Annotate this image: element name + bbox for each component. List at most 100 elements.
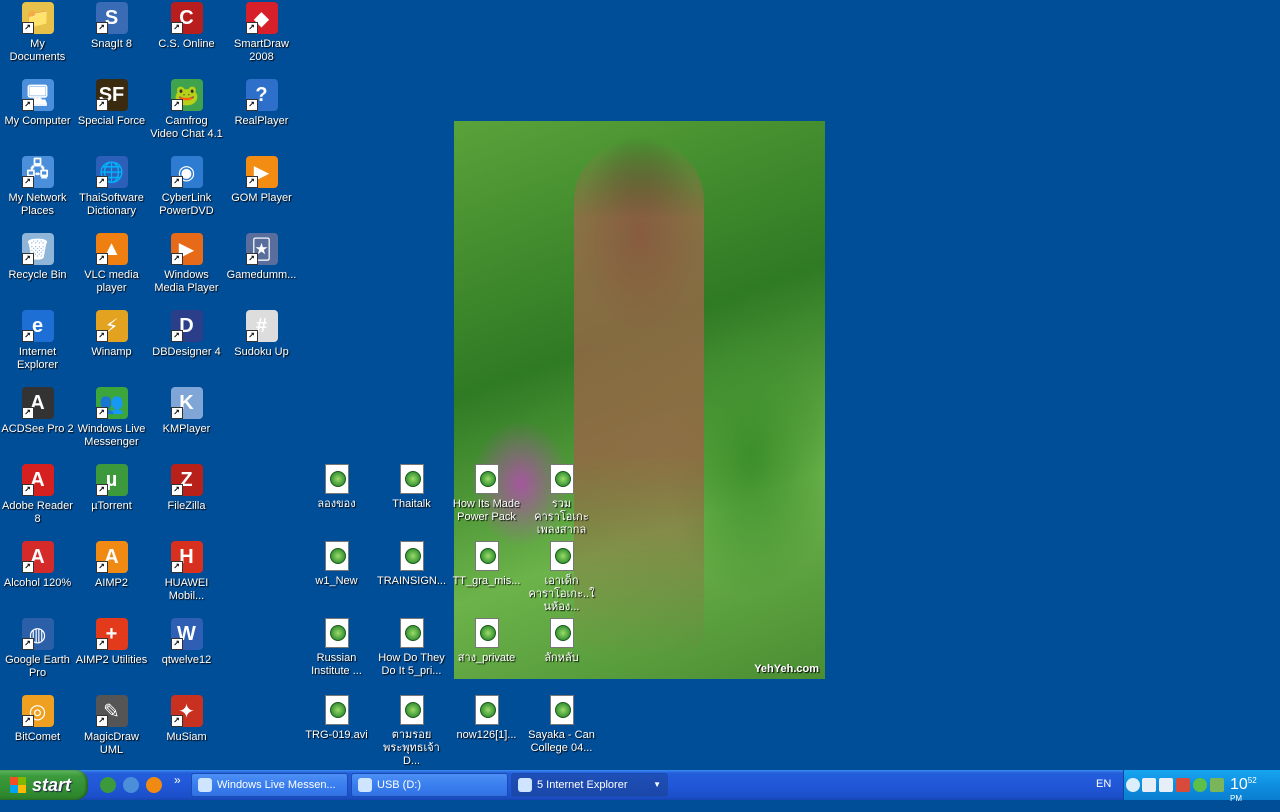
file-item[interactable]: TRG-019.avi	[299, 695, 374, 742]
google-earth-shortcut[interactable]: ◍ ↗ Google Earth Pro	[0, 618, 75, 680]
file-item[interactable]: ลักหลับ	[524, 618, 599, 665]
thai-dictionary-shortcut[interactable]: 🌐 ↗ ThaiSoftware Dictionary	[74, 156, 149, 218]
shortcut-arrow-icon: ↗	[245, 99, 258, 111]
messenger-tray-icon[interactable]	[1193, 778, 1207, 792]
icon-label: AIMP2	[94, 577, 128, 589]
icon-label: ThaiSoftware Dictionary	[79, 192, 144, 217]
file-item[interactable]: now126[1]...	[449, 695, 524, 742]
icon-label: SnagIt 8	[91, 38, 132, 50]
shortcut-arrow-icon: ↗	[21, 561, 34, 573]
icon-label: CyberLink PowerDVD	[159, 192, 214, 217]
powerdvd-shortcut[interactable]: ◉ ↗ CyberLink PowerDVD	[149, 156, 224, 218]
file-item[interactable]: รวมคาราโอเกะเพลงสากล	[524, 464, 599, 537]
drive-task-icon	[358, 778, 372, 792]
file-item[interactable]: Russian Institute ...	[299, 618, 374, 678]
file-item[interactable]: How Do They Do It 5_pri...	[374, 618, 449, 678]
snagit-shortcut[interactable]: S ↗ SnagIt 8	[74, 2, 149, 51]
cs-online-shortcut[interactable]: C ↗ C.S. Online	[149, 2, 224, 51]
file-item[interactable]: TRAINSIGN...	[374, 541, 449, 588]
acdsee-shortcut[interactable]: A ↗ ACDSee Pro 2	[0, 387, 75, 436]
realplayer-shortcut[interactable]: ? ↗ RealPlayer	[224, 79, 299, 128]
dbdesigner-shortcut[interactable]: D ↗ DBDesigner 4	[149, 310, 224, 359]
utorrent-shortcut[interactable]: µ ↗ µTorrent	[74, 464, 149, 513]
file-item[interactable]: TT_gra_mis...	[449, 541, 524, 588]
torrent-file-icon	[474, 695, 499, 725]
safely-remove-tray-icon[interactable]	[1210, 778, 1224, 792]
task-button[interactable]: Windows Live Messen...	[191, 773, 348, 797]
security-alert-tray-icon[interactable]	[1176, 778, 1190, 792]
file-item[interactable]: How Its Made Power Pack	[449, 464, 524, 524]
file-label: Russian Institute ...	[311, 652, 362, 677]
shortcut-arrow-icon: ↗	[170, 176, 183, 188]
file-item[interactable]: Sayaka - Can College 04...	[524, 695, 599, 755]
aimp2-utilities-icon: + ↗	[95, 618, 128, 650]
alcohol-shortcut[interactable]: A ↗ Alcohol 120%	[0, 541, 75, 590]
kmplayer-shortcut[interactable]: K ↗ KMPlayer	[149, 387, 224, 436]
aimp2-utilities-shortcut[interactable]: + ↗ AIMP2 Utilities	[74, 618, 149, 667]
musiam-shortcut[interactable]: ✦ ↗ MuSiam	[149, 695, 224, 744]
camfrog-shortcut[interactable]: 🐸 ↗ Camfrog Video Chat 4.1	[149, 79, 224, 141]
file-item[interactable]: w1_New	[299, 541, 374, 588]
file-label: ลักหลับ	[544, 652, 579, 664]
group-dropdown-icon[interactable]: ▼	[653, 780, 661, 789]
torrent-file-icon	[324, 695, 349, 725]
powerdvd-icon: ◉ ↗	[170, 156, 203, 188]
shortcut-arrow-icon: ↗	[245, 176, 258, 188]
shortcut-arrow-icon: ↗	[21, 407, 34, 419]
file-label: ตามรอยพระพุทธเจ้า D...	[383, 729, 440, 767]
internet-explorer-shortcut[interactable]: e ↗ Internet Explorer	[0, 310, 75, 372]
task-button[interactable]: USB (D:)	[351, 773, 508, 797]
bitcomet-shortcut[interactable]: ◎ ↗ BitComet	[0, 695, 75, 744]
my-computer-shortcut[interactable]: 🖥 ↗ My Computer	[0, 79, 75, 128]
recycle-bin-shortcut[interactable]: 🗑 ↗ Recycle Bin	[0, 233, 75, 282]
icon-label: My Computer	[4, 115, 71, 127]
adobe-reader-shortcut[interactable]: A ↗ Adobe Reader 8	[0, 464, 75, 526]
gamedumm-shortcut[interactable]: 🃏 ↗ Gamedumm...	[224, 233, 299, 282]
media-player-shortcut[interactable]: ▶ ↗ Windows Media Player	[149, 233, 224, 295]
torrent-file-icon	[399, 464, 424, 494]
filezilla-shortcut[interactable]: Z ↗ FileZilla	[149, 464, 224, 513]
icon-label: GOM Player	[231, 192, 292, 204]
network-places-shortcut[interactable]: 🖧 ↗ My Network Places	[0, 156, 75, 218]
special-force-shortcut[interactable]: SF ↗ Special Force	[74, 79, 149, 128]
taskbar-clock[interactable]: 1052 PM	[1230, 776, 1257, 812]
network-tray-icon[interactable]	[1142, 778, 1156, 792]
magicdraw-shortcut[interactable]: ✎ ↗ MagicDraw UML	[74, 695, 149, 757]
smartdraw-shortcut[interactable]: ◆ ↗ SmartDraw 2008	[224, 2, 299, 64]
file-item[interactable]: สาง_private	[449, 618, 524, 665]
utorrent-quicklaunch-icon[interactable]	[100, 777, 116, 793]
huawei-shortcut[interactable]: H ↗ HUAWEI Mobil...	[149, 541, 224, 603]
word-document-shortcut[interactable]: W ↗ qtwelve12	[149, 618, 224, 667]
shortcut-arrow-icon: ↗	[170, 638, 183, 650]
desktop[interactable]: YehYeh.com 📁 ↗ My Documents S ↗ SnagIt 8 C ↗ C.S…	[0, 0, 1280, 770]
quick-launch-overflow[interactable]: »	[174, 773, 181, 787]
gom-player-shortcut[interactable]: ▶ ↗ GOM Player	[224, 156, 299, 205]
file-item[interactable]: เอาเด็กคาราโอเกะ..ในห้อง...	[524, 541, 599, 614]
shortcut-arrow-icon: ↗	[170, 407, 183, 419]
wallpaper-image: YehYeh.com	[454, 121, 825, 679]
file-label: TRAINSIGN...	[376, 575, 447, 587]
network-places-icon: 🖧 ↗	[21, 156, 54, 188]
icon-label: MuSiam	[166, 731, 207, 743]
icon-label: Windows Live Messenger	[77, 423, 146, 448]
torrent-file-icon	[474, 618, 499, 648]
language-indicator[interactable]: EN	[1096, 778, 1111, 790]
aimp2-shortcut[interactable]: A ↗ AIMP2	[74, 541, 149, 590]
sudoku-shortcut[interactable]: # ↗ Sudoku Up	[224, 310, 299, 359]
shortcut-arrow-icon: ↗	[21, 330, 34, 342]
aimp2-quicklaunch-icon[interactable]	[146, 777, 162, 793]
media-player-icon: ▶ ↗	[170, 233, 203, 265]
file-item[interactable]: ตามรอยพระพุทธเจ้า D...	[374, 695, 449, 768]
file-item[interactable]: Thaitalk	[374, 464, 449, 511]
live-messenger-shortcut[interactable]: 👥 ↗ Windows Live Messenger	[74, 387, 149, 449]
tray-expand-icon[interactable]	[1126, 778, 1140, 792]
task-button[interactable]: 5 Internet Explorer ▼	[511, 773, 668, 797]
winamp-shortcut[interactable]: ⚡ ↗ Winamp	[74, 310, 149, 359]
icon-label: Sudoku Up	[234, 346, 289, 358]
start-button[interactable]: start	[0, 770, 88, 800]
network-disconnected-tray-icon[interactable]	[1159, 778, 1173, 792]
file-item[interactable]: ลองของ	[299, 464, 374, 511]
my-documents-shortcut[interactable]: 📁 ↗ My Documents	[0, 2, 75, 64]
show-desktop-icon[interactable]	[123, 777, 139, 793]
vlc-shortcut[interactable]: ▲ ↗ VLC media player	[74, 233, 149, 295]
